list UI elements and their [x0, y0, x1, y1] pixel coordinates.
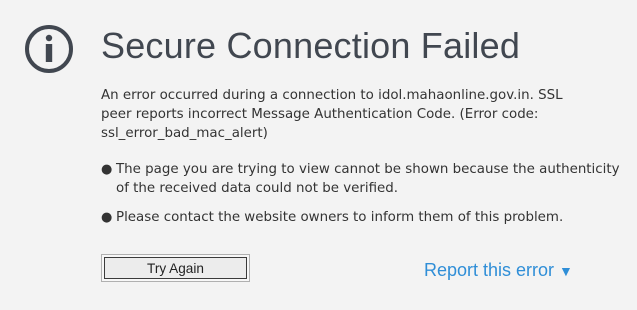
- error-description: An error occurred during a connection to…: [101, 88, 563, 141]
- info-circle-icon: [25, 25, 73, 73]
- report-error-label: Report this error: [424, 260, 555, 280]
- list-item: ● Please contact the website owners to i…: [101, 208, 621, 227]
- list-item: ● The page you are trying to view cannot…: [101, 160, 621, 198]
- triangle-down-icon: ▼: [559, 262, 573, 279]
- error-page: Secure Connection Failed An error occurr…: [0, 0, 637, 310]
- try-again-label: Try Again: [104, 257, 247, 279]
- try-again-button[interactable]: Try Again: [101, 254, 250, 282]
- page-title: Secure Connection Failed: [101, 25, 521, 66]
- bullet-icon: ●: [101, 210, 113, 225]
- report-error-link[interactable]: Report this error ▼: [424, 260, 573, 281]
- reason-list: ● The page you are trying to view cannot…: [101, 160, 621, 237]
- bullet-icon: ●: [101, 162, 113, 177]
- reason-text: The page you are trying to view cannot b…: [116, 162, 620, 196]
- reason-text: Please contact the website owners to inf…: [116, 210, 564, 225]
